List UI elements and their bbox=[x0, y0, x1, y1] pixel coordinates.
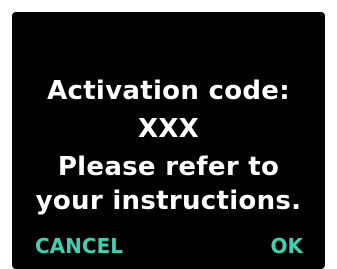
activation-code-value: XXX bbox=[137, 114, 200, 144]
instruction-text-line-2: your instructions. bbox=[35, 186, 302, 216]
ok-button[interactable]: OK bbox=[271, 234, 304, 258]
instruction-text-line-1: Please refer to bbox=[57, 152, 280, 182]
device-screen: Activation code: XXX Please refer to you… bbox=[12, 12, 325, 269]
activation-code-label: Activation code: bbox=[47, 76, 290, 106]
cancel-button[interactable]: CANCEL bbox=[35, 234, 123, 258]
